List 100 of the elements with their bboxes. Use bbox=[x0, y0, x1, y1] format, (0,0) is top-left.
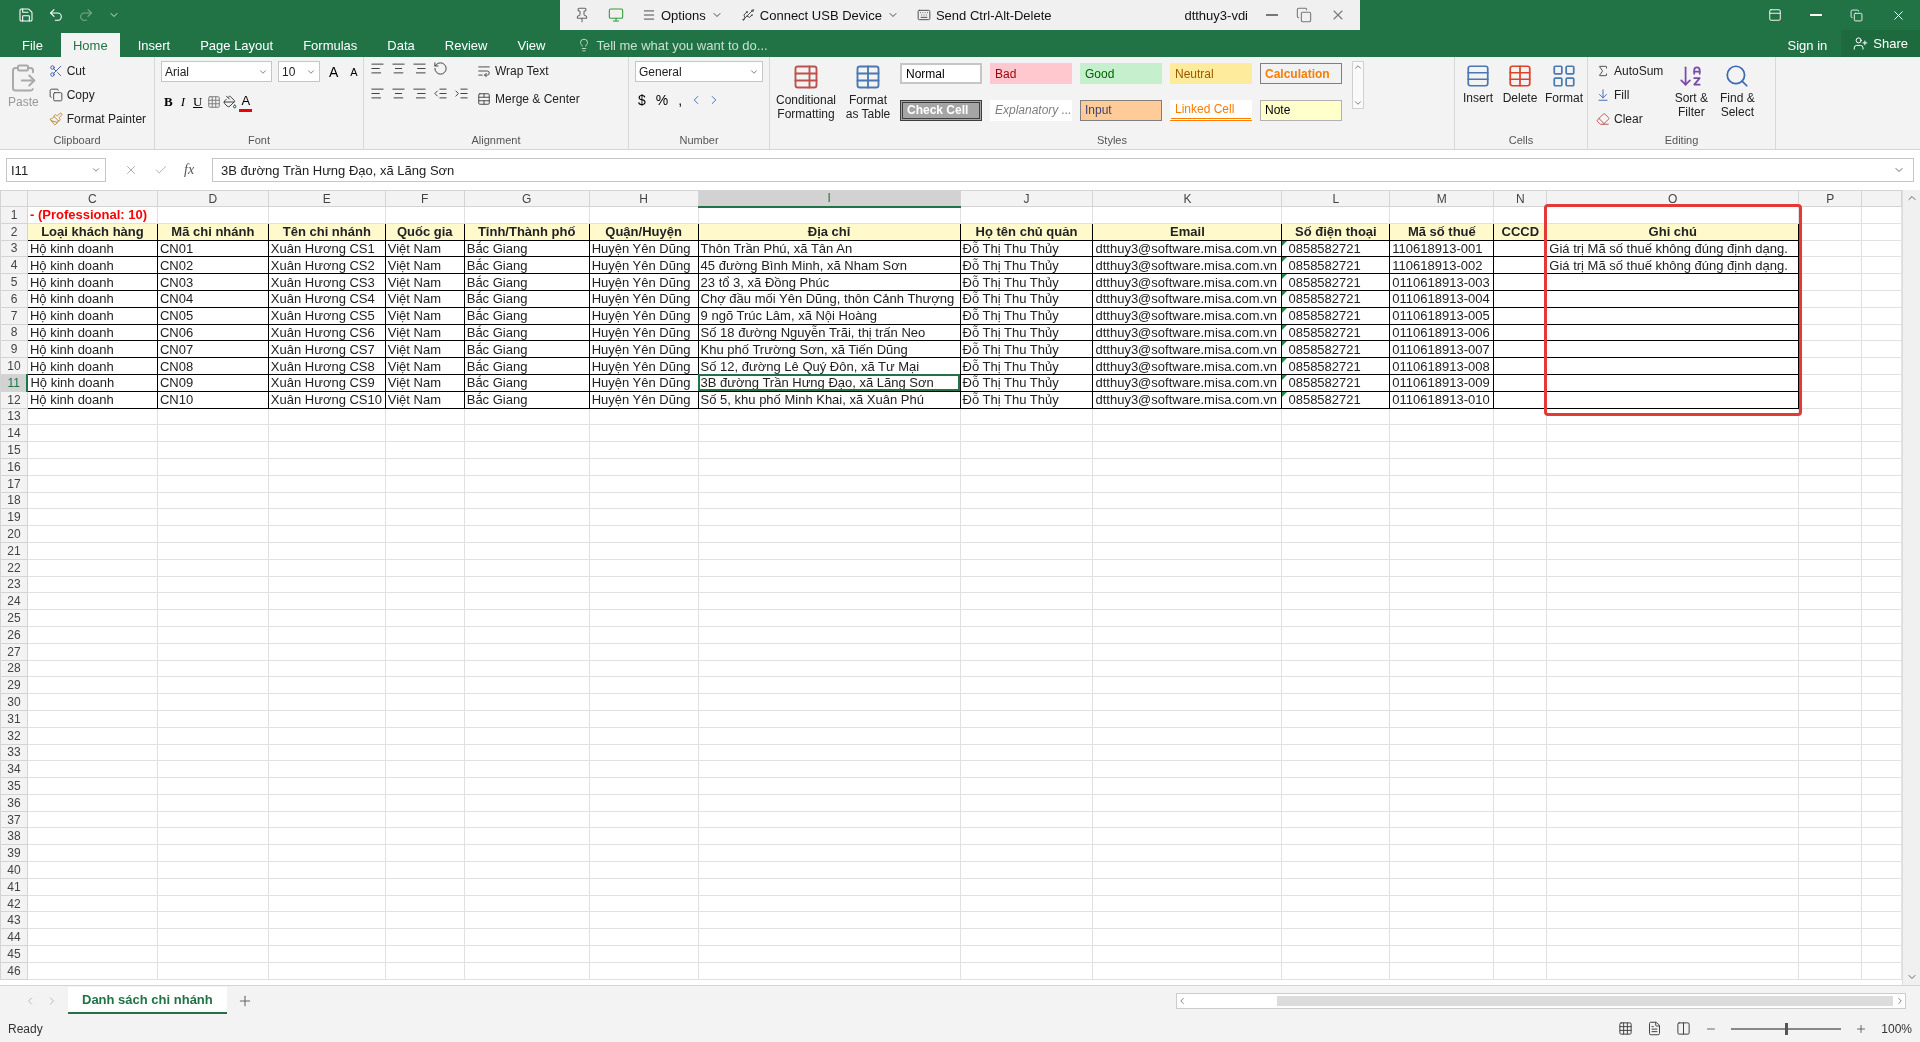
table-cell: Đỗ Thị Thu Thủy bbox=[962, 291, 1059, 307]
name-box[interactable]: I11 bbox=[6, 158, 106, 182]
copy-button[interactable]: Copy bbox=[46, 85, 149, 105]
cell-style[interactable]: Explanatory ... bbox=[990, 99, 1072, 121]
number-format-field[interactable]: General bbox=[635, 61, 763, 82]
toolbar-menu[interactable]: Send Ctrl-Alt-Delete bbox=[916, 7, 1052, 23]
horizontal-scrollbar[interactable] bbox=[1176, 992, 1906, 1009]
table-rules-icon bbox=[792, 63, 820, 91]
error-indicator-icon bbox=[1282, 358, 1288, 364]
font-size-field[interactable]: 10 bbox=[278, 61, 320, 82]
paintbrush-icon bbox=[48, 112, 63, 126]
error-indicator-icon bbox=[1282, 291, 1288, 296]
zoom-level: 100% bbox=[1881, 1021, 1912, 1036]
fill-button[interactable]: Fill bbox=[1594, 85, 1666, 105]
font-name-field[interactable]: Arial bbox=[161, 61, 272, 82]
toolbar-menu[interactable]: Options bbox=[642, 7, 723, 23]
table-cell: Thôn Trần Phú, xã Tân An bbox=[700, 241, 853, 256]
cells-button[interactable]: Format bbox=[1545, 61, 1583, 133]
ribbon-tab[interactable]: Page Layout bbox=[188, 33, 286, 57]
ribbon-tab[interactable]: View bbox=[505, 33, 558, 57]
format-as-table-button[interactable]: Format as Table bbox=[842, 61, 894, 133]
ribbon-tab[interactable]: File bbox=[10, 33, 55, 57]
column-header[interactable]: D bbox=[157, 190, 269, 207]
column-header[interactable]: P bbox=[1798, 190, 1862, 207]
merge-center-button[interactable]: Merge & Center bbox=[475, 89, 582, 109]
column-header[interactable]: F bbox=[385, 190, 465, 207]
table-cell: Huyện Yên Dũng bbox=[591, 358, 691, 374]
cell-style[interactable]: Neutral bbox=[1170, 63, 1252, 84]
cell-style[interactable]: Normal bbox=[900, 63, 982, 84]
scroll-up-icon bbox=[1353, 62, 1363, 72]
zoom-slider[interactable] bbox=[1731, 1022, 1842, 1035]
error-indicator-icon bbox=[1282, 307, 1288, 313]
column-header[interactable]: J bbox=[960, 190, 1093, 207]
table-cell: 110618913-001 bbox=[1392, 241, 1483, 256]
restore-button[interactable] bbox=[1850, 8, 1863, 22]
sign-in-button[interactable]: Sign in bbox=[1773, 33, 1842, 57]
cells-button[interactable]: Insert bbox=[1461, 61, 1495, 133]
clear-button[interactable]: Clear bbox=[1594, 109, 1666, 129]
bold-button[interactable]: B bbox=[161, 92, 176, 112]
wrap-text-button[interactable]: Wrap Text bbox=[475, 61, 582, 81]
cells-button[interactable]: Delete bbox=[1501, 61, 1539, 133]
find-select-button[interactable]: Find & Select bbox=[1717, 61, 1758, 133]
cell-style[interactable]: Good bbox=[1080, 63, 1162, 84]
format-painter-button[interactable]: Format Painter bbox=[46, 109, 149, 129]
table-cell: Số 5, khu phố Minh Khai, xã Xuân Phú bbox=[700, 392, 924, 408]
currency-button[interactable]: $ bbox=[635, 90, 649, 110]
column-header[interactable]: M bbox=[1389, 190, 1494, 207]
formula-field[interactable]: 3B đường Trần Hưng Đạo, xã Lãng Sơn bbox=[212, 158, 1914, 182]
error-indicator-icon bbox=[1282, 274, 1288, 280]
column-header[interactable]: I bbox=[698, 190, 961, 207]
cut-button[interactable]: Cut bbox=[46, 61, 149, 81]
ribbon-tab[interactable]: Data bbox=[375, 33, 427, 57]
zoom-thumb[interactable] bbox=[1785, 1022, 1789, 1035]
column-header[interactable]: L bbox=[1281, 190, 1390, 207]
share-button[interactable]: Share bbox=[1841, 30, 1920, 57]
column-header[interactable]: C bbox=[27, 190, 158, 207]
ribbon-tab[interactable]: Insert bbox=[125, 33, 183, 57]
table-cell: dtthuy3@software.misa.com.vn bbox=[1095, 291, 1277, 307]
cell-style[interactable]: Input bbox=[1080, 99, 1162, 121]
table-cell: Bắc Giang bbox=[466, 308, 528, 324]
top-align-icon bbox=[370, 61, 385, 76]
column-header[interactable]: N bbox=[1493, 190, 1547, 207]
sort-filter-button[interactable]: Sort & Filter bbox=[1671, 61, 1712, 133]
ribbon-display-button[interactable] bbox=[1768, 8, 1782, 22]
ribbon-tab[interactable]: Formulas bbox=[291, 33, 370, 57]
cell-style[interactable]: Bad bbox=[990, 63, 1072, 84]
table-cell: 0110618913-004 bbox=[1392, 291, 1490, 307]
autosum-button[interactable]: AutoSum bbox=[1594, 61, 1666, 81]
sheet-tab[interactable]: Danh sách chi nhánh bbox=[68, 987, 227, 1014]
vertical-scrollbar[interactable] bbox=[1902, 190, 1920, 985]
font-color-button[interactable]: A bbox=[239, 92, 253, 112]
column-header[interactable]: H bbox=[589, 190, 699, 207]
ribbon-tab[interactable]: Review bbox=[432, 33, 500, 57]
italic-button[interactable]: I bbox=[177, 92, 188, 112]
column-header[interactable]: K bbox=[1092, 190, 1282, 207]
save-icon bbox=[18, 7, 34, 23]
table-cell: Bắc Giang bbox=[466, 241, 528, 256]
column-title: Ghi chú bbox=[1648, 224, 1697, 240]
toolbar-menu[interactable]: Connect USB Device bbox=[740, 7, 899, 23]
wrap-icon bbox=[477, 64, 491, 78]
column-header[interactable]: E bbox=[268, 190, 386, 207]
percent-button[interactable]: % bbox=[652, 90, 672, 110]
tell-me-field[interactable]: Tell me what you want to do... bbox=[571, 33, 774, 57]
outdent-icon bbox=[433, 86, 448, 101]
table-icon bbox=[854, 63, 882, 91]
insert-function-button[interactable]: fx bbox=[184, 162, 195, 178]
grow-font-button[interactable]: A bbox=[326, 61, 342, 82]
comma-button[interactable]: , bbox=[675, 90, 686, 110]
table-cell: Xuân Hương CS3 bbox=[270, 274, 375, 290]
underline-button[interactable]: U bbox=[190, 92, 206, 112]
cell-style[interactable]: Note bbox=[1260, 99, 1342, 121]
conditional-formatting-button[interactable]: Conditional Formatting bbox=[776, 61, 836, 133]
shrink-font-button[interactable]: A bbox=[347, 61, 361, 82]
ribbon-tab[interactable]: Home bbox=[60, 33, 120, 57]
column-header[interactable]: G bbox=[464, 190, 590, 207]
styles-scrollbar[interactable] bbox=[1352, 61, 1364, 109]
error-indicator-icon bbox=[1282, 324, 1288, 330]
table-cell: 0858582721 bbox=[1288, 324, 1361, 340]
table-cell: Số 12, đường Lê Quý Đôn, xã Tư Mại bbox=[700, 358, 920, 374]
align-left-icon bbox=[370, 86, 385, 101]
